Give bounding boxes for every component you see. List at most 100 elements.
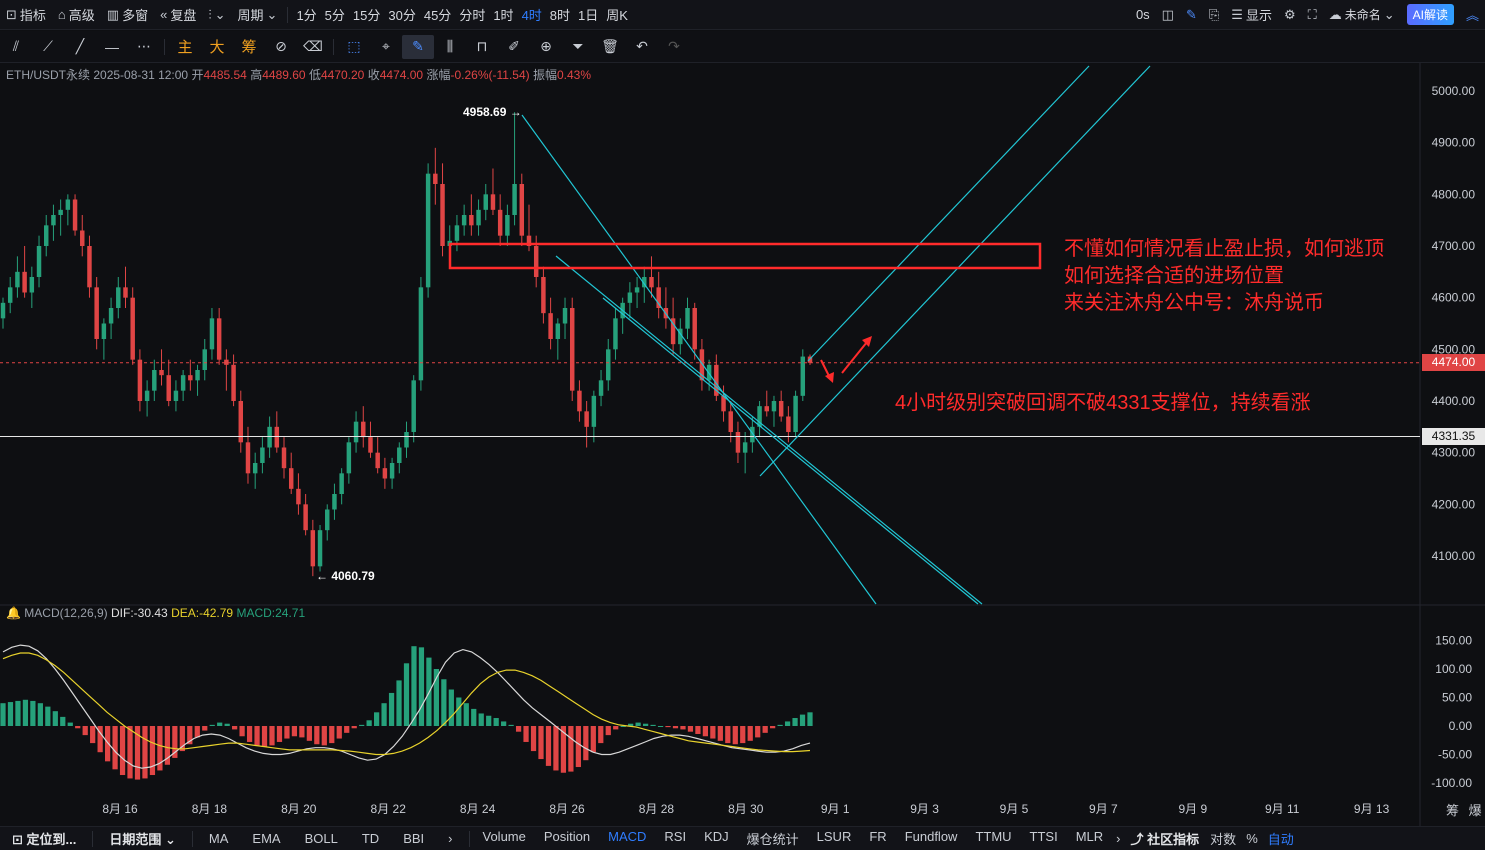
indicator-icon: ⊡ — [6, 6, 17, 22]
clone-tool[interactable]: ⊕ — [530, 35, 562, 59]
subchart-button[interactable]: Position — [535, 829, 599, 848]
multi-line-tool[interactable]: ⫽ — [0, 35, 32, 59]
advanced-button[interactable]: ⌂ 高级 — [52, 3, 101, 27]
subchart-button[interactable]: MACD — [599, 829, 655, 848]
macd-histogram-bar — [403, 663, 410, 726]
chart-type-button[interactable]: ⫶ ⌄ — [202, 3, 231, 27]
log-scale-button[interactable]: 对数 — [1205, 829, 1241, 848]
display-button[interactable]: ☰ 显示 — [1225, 3, 1278, 27]
chevron-down-icon: ⌄ — [165, 832, 176, 847]
subchart-button[interactable]: LSUR — [808, 829, 861, 848]
period-button[interactable]: 1日 — [574, 3, 602, 27]
share-button[interactable]: ⎘ — [1203, 3, 1225, 27]
low-value: 4470.20 — [320, 68, 365, 82]
macd-histogram-bar — [418, 647, 425, 726]
screenshot-button[interactable]: ◫ — [1156, 3, 1180, 27]
period-dropdown[interactable]: 周期 ⌄ — [232, 3, 284, 27]
layout-dropdown[interactable]: ☁ 未命名 ⌄ — [1323, 3, 1401, 27]
period-button[interactable]: 15分 — [349, 3, 384, 27]
macd-info: 🔔 MACD(12,26,9) DIF:-30.43 DEA:-42.79 MA… — [6, 606, 305, 620]
eraser-tool[interactable]: ⌫ — [297, 35, 329, 59]
ray-tool[interactable]: ⟋ — [32, 35, 64, 59]
period-button[interactable]: 8时 — [546, 3, 574, 27]
period-button[interactable]: 30分 — [384, 3, 419, 27]
candle-tool[interactable]: ⫼ — [434, 35, 466, 59]
candle-body — [137, 359, 143, 401]
subchart-button[interactable]: FR — [860, 829, 895, 848]
horizontal-line-tool[interactable]: — — [96, 35, 128, 59]
trash-icon: 🗑 — [601, 38, 619, 54]
chevron-down-icon: ⌄ — [266, 6, 278, 22]
macd-histogram-bar — [388, 692, 395, 726]
trend-line-tool[interactable]: ╱ — [64, 35, 96, 59]
bell-icon[interactable]: 🔔 — [6, 606, 21, 620]
ai-button[interactable]: AI解读 — [1401, 3, 1460, 27]
period-button[interactable]: 5分 — [321, 3, 349, 27]
more-overlays-button[interactable]: › — [436, 831, 464, 846]
time-tick-label: 8月 22 — [371, 802, 407, 816]
price-chart[interactable]: 4100.004200.004300.004400.004500.004600.… — [0, 63, 1485, 826]
redo-button[interactable]: ↷ — [658, 35, 690, 59]
lock-tool[interactable]: ⊓ — [466, 35, 498, 59]
big-order-button[interactable]: 大 — [201, 35, 233, 59]
fullscreen-button[interactable]: ⛶ — [1302, 3, 1323, 27]
period-button[interactable]: 周K — [602, 3, 632, 27]
draw-button[interactable]: ✎ — [1180, 3, 1203, 27]
date-range-button[interactable]: 日期范围 ⌄ — [97, 829, 188, 848]
overlay-button[interactable]: MA — [197, 831, 241, 846]
macd-histogram-bar — [680, 726, 686, 730]
overlay-button[interactable]: EMA — [240, 831, 292, 846]
subchart-button[interactable]: KDJ — [695, 829, 738, 848]
subchart-button[interactable]: TTMU — [966, 829, 1020, 848]
select-tool[interactable]: ⬚ — [338, 35, 370, 59]
collapse-button[interactable]: ︽ — [1460, 3, 1485, 27]
overlay-button[interactable]: BOLL — [293, 831, 350, 846]
period-button[interactable]: 1分 — [292, 3, 320, 27]
close-value: 4474.00 — [379, 68, 424, 82]
subchart-button[interactable]: RSI — [655, 829, 695, 848]
multi-window-button[interactable]: ▥ 多窗 — [101, 3, 154, 27]
main-chart-button[interactable]: 主 — [169, 35, 201, 59]
candle-body — [591, 395, 597, 427]
candle-body — [692, 308, 697, 350]
candlesticks — [0, 112, 813, 577]
brush-tool[interactable]: ✎ — [402, 34, 434, 59]
locate-button[interactable]: ⊡ 定位到... — [0, 829, 88, 848]
community-indicators-button[interactable]: ⤴ 社区指标 — [1125, 829, 1206, 848]
macd-histogram-bar — [792, 718, 798, 726]
magnet-tool[interactable]: ⊘ — [265, 35, 297, 59]
percent-button[interactable]: % — [1241, 831, 1263, 846]
undo-button[interactable]: ↶ — [626, 35, 658, 59]
more-subcharts-button[interactable]: › — [1112, 831, 1124, 846]
auto-scale-button[interactable]: 自动 — [1263, 829, 1299, 848]
subchart-button[interactable]: 爆仓统计 — [738, 829, 808, 848]
chips-button[interactable]: 筹 — [233, 35, 265, 59]
settings-button[interactable]: ⚙ — [1278, 3, 1302, 27]
replay-button[interactable]: « 复盘 — [154, 3, 202, 27]
macd-histogram-bar — [590, 726, 596, 753]
candle-body — [555, 323, 561, 339]
overlay-button[interactable]: BBI — [391, 831, 436, 846]
subchart-button[interactable]: Volume — [474, 829, 535, 848]
ruler-tool[interactable]: ⌖ — [370, 35, 402, 59]
period-button[interactable]: 分时 — [455, 3, 489, 27]
chips-corner-button[interactable]: 筹 — [1446, 803, 1459, 818]
indicator-button[interactable]: ⊡ 指标 — [0, 3, 52, 27]
delete-tool[interactable]: 🗑 — [594, 35, 626, 59]
period-button[interactable]: 4时 — [518, 3, 546, 27]
burst-corner-button[interactable]: 爆 — [1469, 803, 1482, 818]
redo-icon: ↷ — [668, 38, 680, 54]
more-tools[interactable]: ⋯ — [128, 35, 160, 59]
macd-histogram-bar — [329, 726, 335, 744]
macd-histogram-bar — [232, 726, 238, 730]
period-button[interactable]: 45分 — [420, 3, 455, 27]
candle-body — [433, 173, 438, 184]
note-tool[interactable]: ✐ — [498, 35, 530, 59]
period-button[interactable]: 1时 — [489, 3, 517, 27]
overlay-button[interactable]: TD — [350, 831, 391, 846]
subchart-button[interactable]: TTSI — [1021, 829, 1067, 848]
subchart-button[interactable]: MLR — [1067, 829, 1112, 848]
chevron-right-icon: › — [448, 831, 453, 846]
filter-tool[interactable]: ⏷ — [562, 35, 594, 59]
subchart-button[interactable]: Fundflow — [896, 829, 967, 848]
